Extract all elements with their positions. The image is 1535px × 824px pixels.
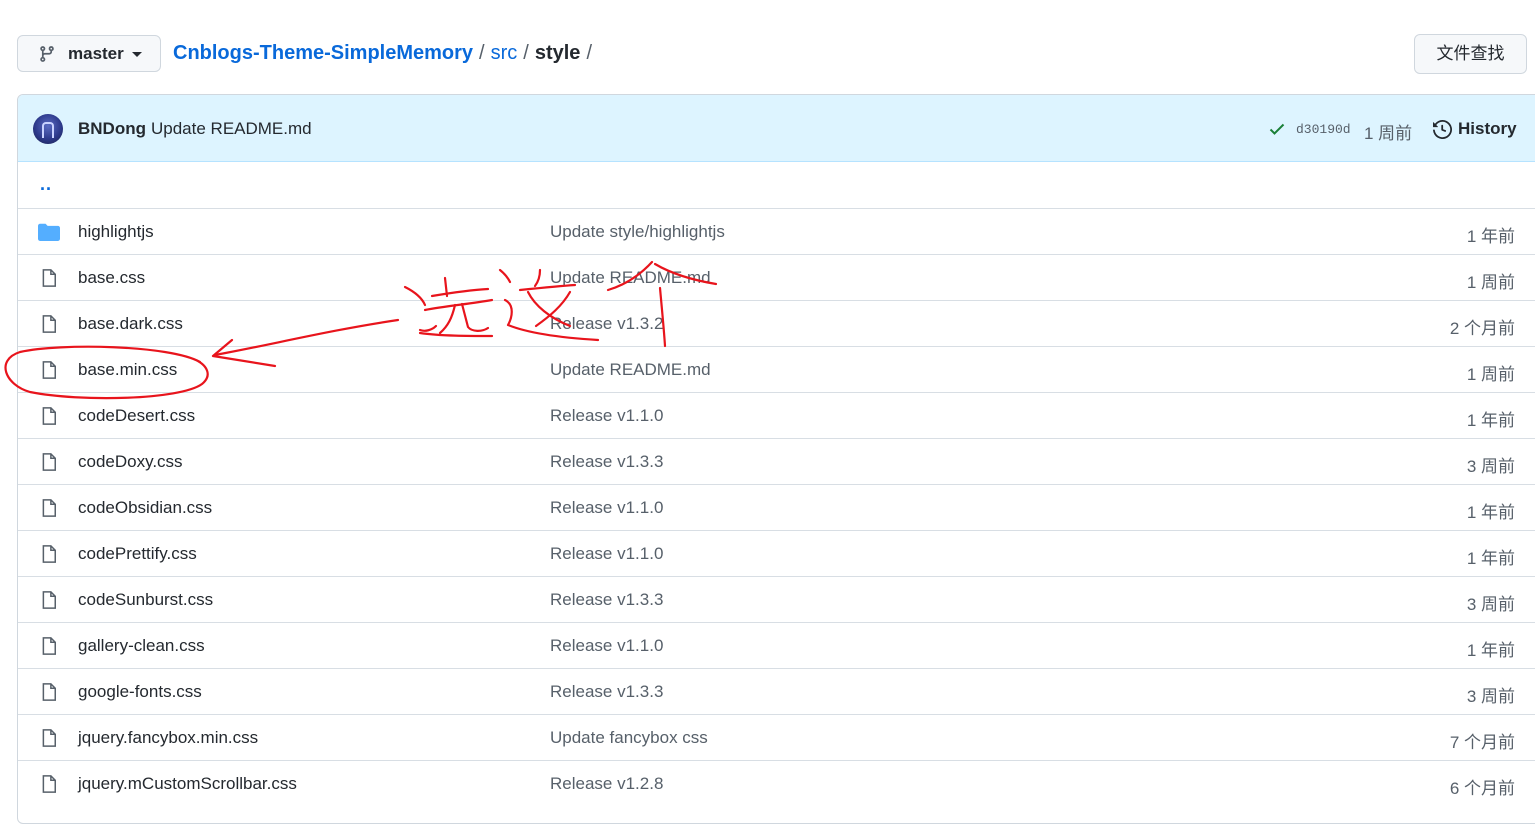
breadcrumb-src-link[interactable]: src bbox=[491, 42, 518, 64]
file-row[interactable]: codeDoxy.css Release v1.3.3 3 周前 bbox=[18, 438, 1535, 484]
commit-message-link[interactable]: Release v1.3.3 bbox=[550, 590, 663, 610]
branch-select-button[interactable]: master bbox=[17, 35, 161, 72]
file-row[interactable]: base.css Update README.md 1 周前 bbox=[18, 254, 1535, 300]
file-row[interactable]: codePrettify.css Release v1.1.0 1 年前 bbox=[18, 530, 1535, 576]
latest-commit-bar: BNDong Update README.md d30190d 1 周前 His… bbox=[18, 95, 1535, 162]
parent-directory-link[interactable]: .. bbox=[40, 174, 52, 195]
file-name-link[interactable]: highlightjs bbox=[78, 222, 154, 242]
file-row[interactable]: jquery.mCustomScrollbar.css Release v1.2.… bbox=[18, 760, 1535, 806]
commit-message[interactable]: Update README.md bbox=[151, 119, 312, 139]
branch-name: master bbox=[68, 44, 124, 63]
file-name-link[interactable]: jquery.mCustomScrollbar.css bbox=[78, 774, 297, 794]
find-file-button[interactable]: 文件查找 bbox=[1414, 34, 1527, 74]
last-updated: 3 周前 bbox=[1466, 595, 1515, 614]
file-icon bbox=[42, 269, 56, 287]
file-row[interactable]: codeDesert.css Release v1.1.0 1 年前 bbox=[18, 392, 1535, 438]
file-name-link[interactable]: jquery.fancybox.min.css bbox=[78, 728, 258, 748]
file-icon bbox=[42, 545, 56, 563]
breadcrumb: Cnblogs-Theme-SimpleMemory / src / style / bbox=[173, 42, 598, 65]
last-updated: 3 周前 bbox=[1466, 457, 1515, 476]
file-name-link[interactable]: base.css bbox=[78, 268, 145, 288]
file-row[interactable]: codeSunburst.css Release v1.3.3 3 周前 bbox=[18, 576, 1535, 622]
history-icon[interactable] bbox=[1433, 120, 1452, 139]
file-icon bbox=[42, 637, 56, 655]
commit-message-link[interactable]: Update fancybox css bbox=[550, 728, 708, 748]
file-icon bbox=[42, 775, 56, 793]
file-icon bbox=[42, 591, 56, 609]
file-name-link[interactable]: codeObsidian.css bbox=[78, 498, 212, 518]
file-icon bbox=[42, 361, 56, 379]
breadcrumb-current-dir: style bbox=[534, 42, 581, 64]
commit-message-link[interactable]: Release v1.1.0 bbox=[550, 406, 663, 426]
commit-message-link[interactable]: Release v1.1.0 bbox=[550, 498, 663, 518]
breadcrumb-separator: / bbox=[523, 42, 529, 64]
file-name-link[interactable]: base.dark.css bbox=[78, 314, 183, 334]
file-row[interactable]: highlightjs Update style/highlightjs 1 年前 bbox=[18, 208, 1535, 254]
commit-message-link[interactable]: Update README.md bbox=[550, 360, 711, 380]
file-row[interactable]: base.min.css Update README.md 1 周前 bbox=[18, 346, 1535, 392]
commit-message-link[interactable]: Release v1.3.3 bbox=[550, 682, 663, 702]
commit-message-link[interactable]: Release v1.3.2 bbox=[550, 314, 663, 334]
last-updated: 1 周前 bbox=[1466, 273, 1515, 292]
parent-directory-row[interactable]: .. bbox=[18, 162, 1535, 208]
file-row[interactable]: codeObsidian.css Release v1.1.0 1 年前 bbox=[18, 484, 1535, 530]
git-branch-icon bbox=[40, 46, 54, 62]
file-row[interactable]: google-fonts.css Release v1.3.3 3 周前 bbox=[18, 668, 1535, 714]
file-icon bbox=[42, 499, 56, 517]
last-updated: 2 个月前 bbox=[1449, 319, 1515, 338]
check-icon[interactable] bbox=[1269, 122, 1285, 136]
file-name-link[interactable]: google-fonts.css bbox=[78, 682, 202, 702]
last-updated: 1 年前 bbox=[1466, 641, 1515, 660]
file-icon bbox=[42, 453, 56, 471]
repo-header: master Cnblogs-Theme-SimpleMemory / src / st… bbox=[0, 0, 1535, 94]
file-name-link[interactable]: base.min.css bbox=[78, 360, 177, 380]
file-row[interactable]: base.dark.css Release v1.3.2 2 个月前 bbox=[18, 300, 1535, 346]
last-updated: 6 个月前 bbox=[1449, 779, 1515, 798]
history-link[interactable]: History bbox=[1458, 119, 1517, 139]
file-icon bbox=[42, 315, 56, 333]
file-list: .. highlightjs Update style/highlightjs 1 … bbox=[18, 162, 1535, 806]
breadcrumb-separator: / bbox=[586, 42, 592, 64]
file-name-link[interactable]: codeSunburst.css bbox=[78, 590, 213, 610]
last-updated: 1 周前 bbox=[1466, 365, 1515, 384]
commit-sha[interactable]: d30190d bbox=[1296, 122, 1351, 137]
commit-message-link[interactable]: Release v1.2.8 bbox=[550, 774, 663, 794]
file-name-link[interactable]: gallery-clean.css bbox=[78, 636, 205, 656]
breadcrumb-separator: / bbox=[479, 42, 485, 64]
file-icon bbox=[42, 729, 56, 747]
file-icon bbox=[42, 407, 56, 425]
file-name-link[interactable]: codeDesert.css bbox=[78, 406, 195, 426]
last-updated: 7 个月前 bbox=[1449, 733, 1515, 752]
last-updated: 1 年前 bbox=[1466, 503, 1515, 522]
commit-message-link[interactable]: Release v1.1.0 bbox=[550, 636, 663, 656]
last-updated: 1 年前 bbox=[1466, 549, 1515, 568]
folder-icon bbox=[38, 223, 60, 241]
commit-message-link[interactable]: Update README.md bbox=[550, 268, 711, 288]
last-updated: 3 周前 bbox=[1466, 687, 1515, 706]
file-row[interactable]: gallery-clean.css Release v1.1.0 1 年前 bbox=[18, 622, 1535, 668]
last-updated: 1 年前 bbox=[1466, 411, 1515, 430]
commit-message-link[interactable]: Update style/highlightjs bbox=[550, 222, 725, 242]
avatar[interactable] bbox=[33, 114, 63, 144]
file-row[interactable]: jquery.fancybox.min.css Update fancybox c… bbox=[18, 714, 1535, 760]
commit-message-link[interactable]: Release v1.1.0 bbox=[550, 544, 663, 564]
commit-author[interactable]: BNDong bbox=[78, 119, 146, 139]
file-browser: BNDong Update README.md d30190d 1 周前 His… bbox=[17, 94, 1535, 824]
file-name-link[interactable]: codePrettify.css bbox=[78, 544, 197, 564]
commit-time: 1 周前 bbox=[1364, 124, 1413, 143]
chevron-down-icon bbox=[132, 52, 142, 57]
last-updated: 1 年前 bbox=[1466, 227, 1515, 246]
commit-message-link[interactable]: Release v1.3.3 bbox=[550, 452, 663, 472]
file-name-link[interactable]: codeDoxy.css bbox=[78, 452, 183, 472]
breadcrumb-repo-link[interactable]: Cnblogs-Theme-SimpleMemory bbox=[173, 42, 473, 64]
file-icon bbox=[42, 683, 56, 701]
